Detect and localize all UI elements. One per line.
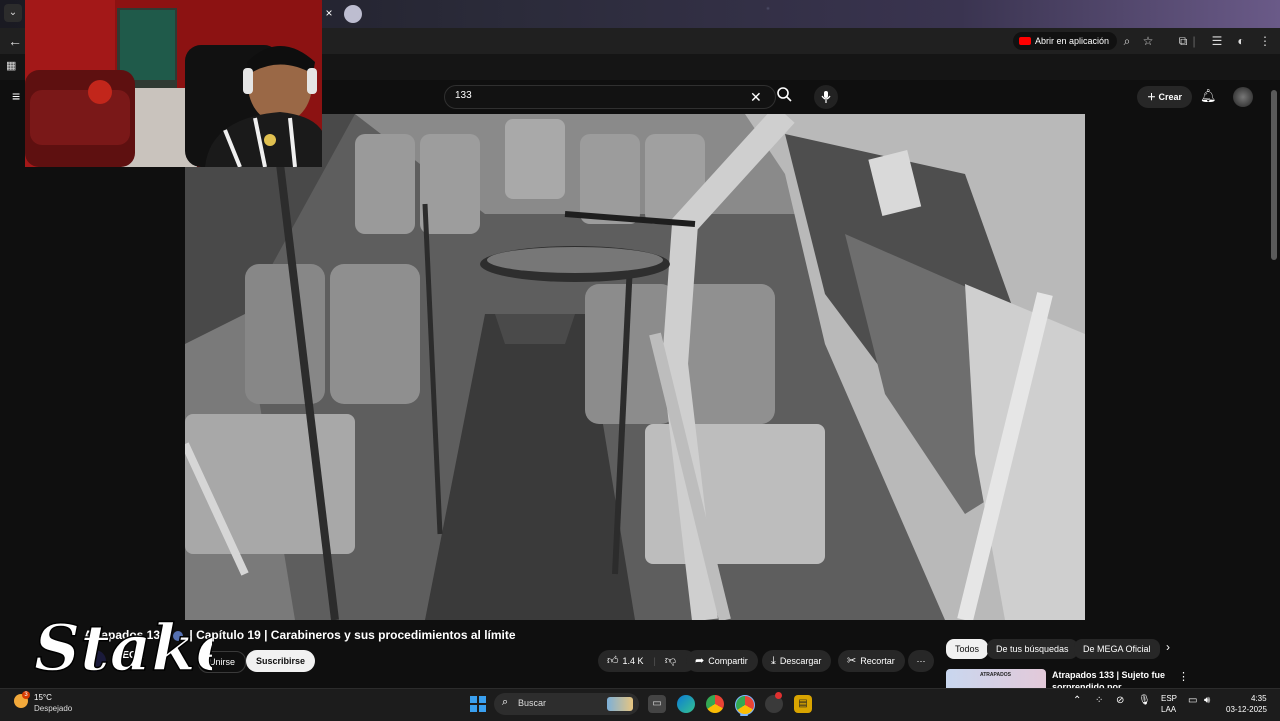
recommended-video-title[interactable]: Atrapados 133 | Sujeto fue sorprendido p… [1052,669,1172,688]
more-horizontal-icon: ⋯ [916,656,926,666]
recommended-thumbnail-text: ATRAPADOS [980,672,1011,678]
edge-browser-icon[interactable] [677,695,695,713]
microphone-tray-icon[interactable]: 🎙︎ [1138,695,1151,706]
plus-icon: ＋ [1147,92,1157,102]
create-label: Crear [1158,92,1183,102]
youtube-logo-icon [1019,37,1031,45]
download-icon: ⤓ [771,655,776,667]
chip-de-mega-oficial[interactable]: De MEGA Oficial [1074,639,1160,659]
taskbar-search-box[interactable]: ⌕ Buscar [494,693,639,715]
notification-dot [775,692,782,699]
toolbar-divider: | [1192,34,1196,48]
windows-taskbar [0,688,1280,721]
chip-de-tus-busquedas[interactable]: De tus búsquedas [987,639,1078,659]
chrome-active-icon[interactable] [735,695,755,715]
more-actions-button[interactable]: ⋯ [908,650,934,672]
chevron-down-icon: ⌄ [8,7,18,18]
video-title-suffix: | Capítulo 19 | Carabineros y sus proced… [189,628,516,642]
webcam-image [25,0,322,167]
share-arrow-icon: ➦ [695,655,705,667]
active-app-indicator [740,714,748,716]
language-indicator-line2[interactable]: LAA [1161,705,1176,714]
weather-temperature[interactable]: 15°C [34,693,52,702]
thumbs-up-icon[interactable]: 👍︎ [607,650,619,672]
apps-grid-icon[interactable]: ▦ [6,59,20,73]
like-divider: | [653,656,656,666]
notifications-bell-icon[interactable]: 🔔︎ [1200,88,1217,104]
zoom-icon[interactable]: ⌕ [1118,32,1136,50]
open-in-app-label: Abrir en aplicación [1035,36,1110,46]
clear-search-icon[interactable]: ✕ [750,88,762,106]
likes-count[interactable]: 1.4 K [623,656,644,666]
page-scrollbar[interactable] [1271,90,1277,260]
network-off-icon[interactable]: ⊘ [1116,695,1124,706]
download-button[interactable]: ⤓ Descargar [762,650,832,672]
video-frame-image [185,114,1085,620]
volume-icon[interactable]: 🔊︎ [1204,695,1210,706]
account-avatar[interactable] [1233,87,1253,107]
thumbs-down-icon[interactable]: 👎︎ [665,650,676,672]
microphone-icon[interactable] [814,85,838,109]
profile-icon[interactable]: ◐ [1232,32,1250,50]
language-indicator-line1[interactable]: ESP [1161,694,1177,703]
show-hidden-icons-icon[interactable]: ⌃ [1073,695,1081,706]
search-highlight-image [607,697,633,711]
search-icon[interactable] [776,86,796,106]
clip-label: Recortar [860,656,895,666]
taskbar-search-label: Buscar [518,698,547,708]
weather-badge: 3 [22,691,30,699]
reading-list-icon[interactable]: ☰ [1208,32,1226,50]
star-bookmark-icon[interactable]: ☆ [1139,32,1157,50]
chevron-right-icon[interactable]: › [1166,640,1170,654]
clock-time[interactable]: 4:35 [1251,694,1267,703]
stake-wordmark: Stake [34,611,212,686]
share-label: Compartir [708,656,748,666]
weather-description[interactable]: Despejado [34,704,72,713]
browser-menu-icon[interactable]: ⋮ [1256,32,1274,50]
search-query-text: 133 [455,90,472,101]
windows-start-icon[interactable] [470,696,486,712]
chrome-icon[interactable] [706,695,724,713]
streamer-webcam-overlay [25,0,322,167]
download-label: Descargar [779,656,822,666]
like-dislike-group: 👍︎ 1.4 K | 👎︎ [598,650,696,672]
video-player[interactable] [185,114,1085,620]
subscribe-button[interactable]: Suscribirse [246,650,316,672]
apps-tray-icon[interactable]: ⁘ [1095,695,1103,706]
tab-close-button[interactable]: × [321,5,337,21]
task-view-icon[interactable]: ▭ [648,695,666,713]
share-button[interactable]: ➦ Compartir [686,650,758,672]
create-button[interactable]: ＋ Crear [1137,86,1193,108]
chip-todos[interactable]: Todos [946,639,989,659]
tab-favicon[interactable] [344,5,362,23]
search-input[interactable]: 133 ✕ [444,85,776,109]
scissors-icon: ✂ [847,655,857,667]
tab-search-menu-button[interactable]: ⌄ [4,4,22,22]
clip-button[interactable]: ✂ Recortar [838,650,905,672]
open-in-app-button[interactable]: Abrir en aplicación [1013,32,1118,50]
file-explorer-icon[interactable]: ▤ [794,695,812,713]
search-icon: ⌕ [502,696,509,708]
back-arrow-icon[interactable]: ← [6,32,24,50]
clock-date[interactable]: 03-12-2025 [1226,705,1267,714]
recommended-more-icon[interactable]: ⋮ [1178,670,1189,683]
display-icon[interactable]: ▭ [1188,695,1197,706]
